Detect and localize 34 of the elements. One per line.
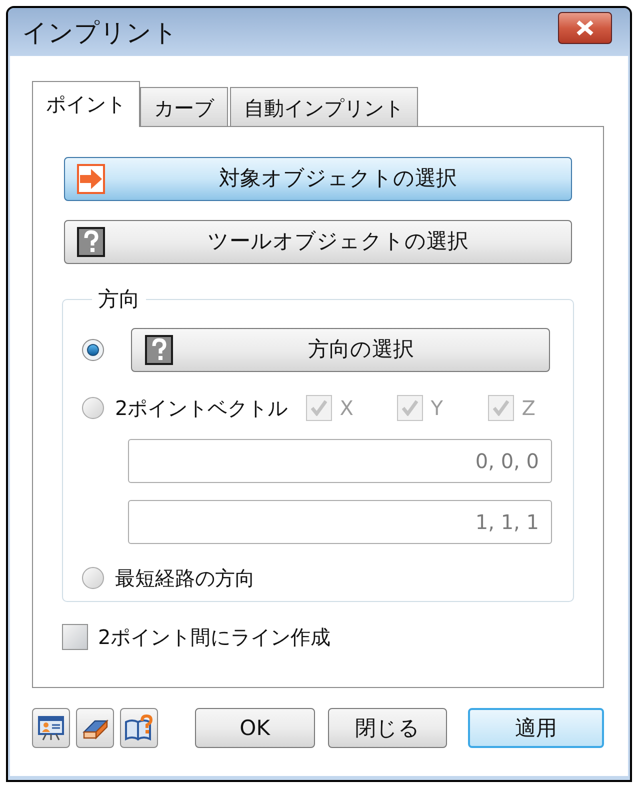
help-icon [77, 227, 105, 257]
arrow-right-icon [77, 164, 105, 194]
select-object-button[interactable]: 対象オブジェクトの選択 [64, 157, 572, 201]
help-button[interactable] [120, 708, 158, 748]
axis-label: Y [430, 398, 443, 418]
tab[interactable]: 自動インプリント [230, 87, 418, 126]
close-button[interactable] [558, 12, 612, 44]
select-object-button[interactable]: ツールオブジェクトの選択 [64, 220, 572, 264]
radio-button[interactable] [82, 339, 104, 361]
select-direction-button[interactable]: 方向の選択 [131, 328, 550, 372]
presentation-button[interactable] [32, 708, 70, 748]
dialog-button[interactable]: 閉じる [328, 708, 448, 748]
window-title: インプリント [22, 20, 178, 44]
radio-button[interactable] [82, 397, 104, 419]
checkmark-icon [402, 400, 418, 416]
help-icon [145, 335, 173, 365]
eraser-button[interactable] [76, 708, 114, 748]
group-title: 方向 [97, 286, 141, 312]
checkbox-label: 2ポイント間にライン作成 [98, 627, 331, 647]
axis-label: X [340, 398, 354, 418]
checkmark-icon [492, 400, 509, 416]
close-icon [575, 20, 595, 36]
tab[interactable]: カーブ [140, 87, 228, 126]
tab[interactable]: ポイント [32, 81, 140, 127]
radio-button[interactable] [82, 567, 104, 589]
dialog-button[interactable]: 適用 [468, 708, 604, 748]
presentation-board-icon [37, 714, 65, 742]
book-help-icon [124, 714, 154, 742]
dialog-button[interactable]: OK [195, 708, 315, 748]
checkbox[interactable] [62, 624, 88, 650]
option-label: 最短経路の方向 [115, 568, 255, 588]
checkmark-icon [310, 400, 327, 416]
option-label: 2ポイントベクトル [115, 398, 288, 418]
axis-label: Z [522, 398, 536, 418]
